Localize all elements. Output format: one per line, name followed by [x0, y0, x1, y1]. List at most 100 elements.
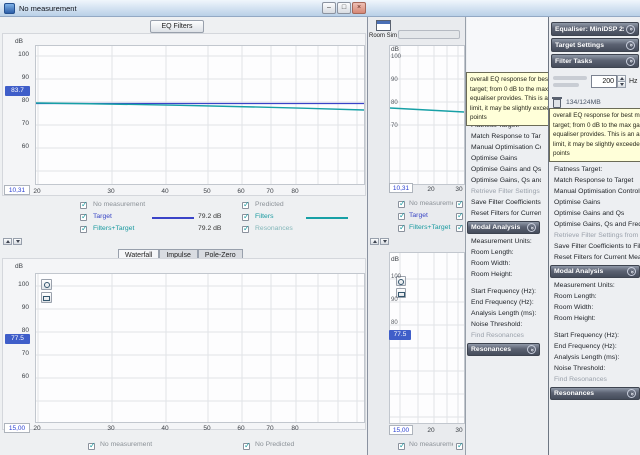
x-tick-label: 20 [30, 425, 44, 432]
reset-filters-button[interactable]: Reset Filters for Current Measurement [466, 208, 541, 219]
legend-label[interactable]: No Predicted [255, 441, 325, 448]
retrieve-filter-settings-button: Retrieve Filter Settings from Equaliser [466, 186, 541, 197]
analysis-length-label: Analysis Length (ms): [466, 308, 541, 319]
graph-tool-icon[interactable] [41, 292, 52, 303]
close-button[interactable]: × [352, 2, 366, 14]
legend-checkbox[interactable] [242, 202, 249, 209]
optimise-gains-button[interactable]: Optimise Gains [466, 153, 541, 164]
optimise-gains-button[interactable]: Optimise Gains [549, 197, 640, 208]
resonances-header[interactable]: Resonances [550, 387, 640, 400]
legend-checkbox[interactable] [242, 226, 249, 233]
splitter-collapse-button[interactable] [3, 238, 12, 245]
optimise-gains-qs-button[interactable]: Optimise Gains and Qs [549, 208, 640, 219]
optimise-gains-qs-button[interactable]: Optimise Gains and Qs [466, 164, 541, 175]
y-tick-label: 90 [391, 77, 403, 83]
maximize-button[interactable]: □ [337, 2, 351, 14]
reset-filters-button[interactable]: Reset Filters for Current Measurement [549, 252, 640, 263]
y-tick-label: 90 [7, 74, 29, 81]
cursor-frequency-badge: 15,00 [4, 423, 30, 433]
legend-label[interactable]: No measurement [409, 200, 453, 207]
modal-analysis-header[interactable]: Modal Analysis [467, 221, 540, 234]
chevron-collapse-icon[interactable] [527, 345, 536, 354]
legend-value: 79.2 dB [198, 225, 236, 232]
find-resonances-button: Find Resonances [549, 374, 640, 385]
x-tick-label: 50 [200, 188, 214, 195]
start-frequency-label: Start Frequency (Hz): [549, 330, 640, 341]
optimise-gains-qs-freq-button[interactable]: Optimise Gains, Qs and Frequencies [549, 219, 640, 230]
analysis-length-label: Analysis Length (ms): [549, 352, 640, 363]
legend-checkbox[interactable] [88, 443, 95, 450]
legend-label[interactable]: Target [409, 212, 453, 219]
chevron-collapse-icon[interactable] [626, 57, 635, 66]
room-length-label: Room Length: [549, 291, 640, 302]
legend-checkbox[interactable] [456, 201, 463, 208]
trace-sample [306, 217, 348, 219]
save-coefficients-button[interactable]: Save Filter Coefficients to File [549, 241, 640, 252]
legend-label[interactable]: Predicted [255, 201, 303, 208]
trash-icon[interactable] [553, 99, 561, 108]
legend-checkbox[interactable] [456, 225, 463, 232]
graph-tool-icon[interactable] [41, 279, 52, 290]
modal-analysis-header[interactable]: Modal Analysis [550, 265, 640, 278]
chevron-collapse-icon[interactable] [626, 25, 635, 34]
legend-checkbox[interactable] [398, 443, 405, 450]
chevron-collapse-icon[interactable] [627, 267, 636, 276]
room-sim-button[interactable]: Room Sim [367, 19, 399, 46]
splitter-collapse-button[interactable] [370, 238, 379, 245]
horizontal-scrollbar[interactable] [398, 30, 460, 39]
x-tick-label: 60 [234, 425, 248, 432]
chevron-collapse-icon[interactable] [626, 41, 635, 50]
manual-optimisation-label: Manual Optimisation Controls [549, 186, 640, 197]
legend-label[interactable]: No measurement [93, 201, 149, 208]
legend-label[interactable]: Resonances [255, 225, 303, 232]
y-tick-label: 90 [391, 297, 403, 303]
title-bar[interactable]: No measurement [0, 0, 640, 17]
legend-checkbox[interactable] [80, 226, 87, 233]
y-tick-label: 80 [391, 320, 403, 326]
match-response-button[interactable]: Match Response to Target [549, 175, 640, 186]
waterfall-graph-area[interactable] [35, 273, 365, 423]
legend-checkbox[interactable] [243, 443, 250, 450]
resonances-header[interactable]: Resonances [467, 343, 540, 356]
legend-checkbox[interactable] [398, 225, 405, 232]
legend-checkbox[interactable] [242, 214, 249, 221]
legend-checkbox[interactable] [80, 214, 87, 221]
legend-label[interactable]: Target [93, 213, 149, 220]
match-response-button[interactable]: Match Response to Target [466, 131, 541, 142]
target-settings-section-header[interactable]: Target Settings [551, 38, 639, 52]
spl-grid-and-traces [36, 46, 364, 184]
chevron-collapse-icon[interactable] [527, 223, 536, 232]
frequency-input[interactable] [591, 75, 617, 88]
equaliser-section-header[interactable]: Equaliser: MiniDSP 2x4 HD [551, 22, 639, 36]
save-coefficients-button[interactable]: Save Filter Coefficients to File [466, 197, 541, 208]
legend-checkbox[interactable] [456, 443, 463, 450]
y-axis-unit-label: dB [15, 38, 23, 45]
legend-checkbox[interactable] [80, 202, 87, 209]
legend-label[interactable]: No measurement [100, 441, 180, 448]
minimize-button[interactable]: – [322, 2, 336, 14]
behind-spl-graph-area[interactable] [389, 45, 465, 185]
filter-tasks-section-header[interactable]: Filter Tasks [551, 54, 639, 68]
y-tick-label: 100 [391, 274, 403, 280]
legend-label[interactable]: No measurement [409, 441, 453, 448]
y-tick-label: 80 [7, 97, 29, 104]
optimise-gains-qs-freq-button[interactable]: Optimise Gains, Qs and Frequencies [466, 175, 541, 186]
legend-checkbox[interactable] [398, 213, 405, 220]
eq-filters-button[interactable]: EQ Filters [150, 20, 204, 33]
x-tick-label: 20 [30, 188, 44, 195]
chevron-collapse-icon[interactable] [627, 389, 636, 398]
y-tick-label: 60 [7, 373, 29, 380]
legend-label[interactable]: Filters [255, 213, 303, 220]
illegible-label [553, 83, 579, 87]
legend-label[interactable]: Filters+Target [409, 224, 453, 231]
spinner-down-button[interactable] [617, 81, 626, 88]
spl-graph-area[interactable] [35, 45, 365, 185]
splitter-expand-button[interactable] [13, 238, 22, 245]
x-tick-label: 80 [288, 425, 302, 432]
y-tick-label: 70 [391, 123, 403, 129]
legend-label[interactable]: Filters+Target [93, 225, 149, 232]
y-tick-label: 70 [7, 350, 29, 357]
legend-checkbox[interactable] [398, 201, 405, 208]
legend-checkbox[interactable] [456, 213, 463, 220]
splitter-expand-button[interactable] [380, 238, 389, 245]
